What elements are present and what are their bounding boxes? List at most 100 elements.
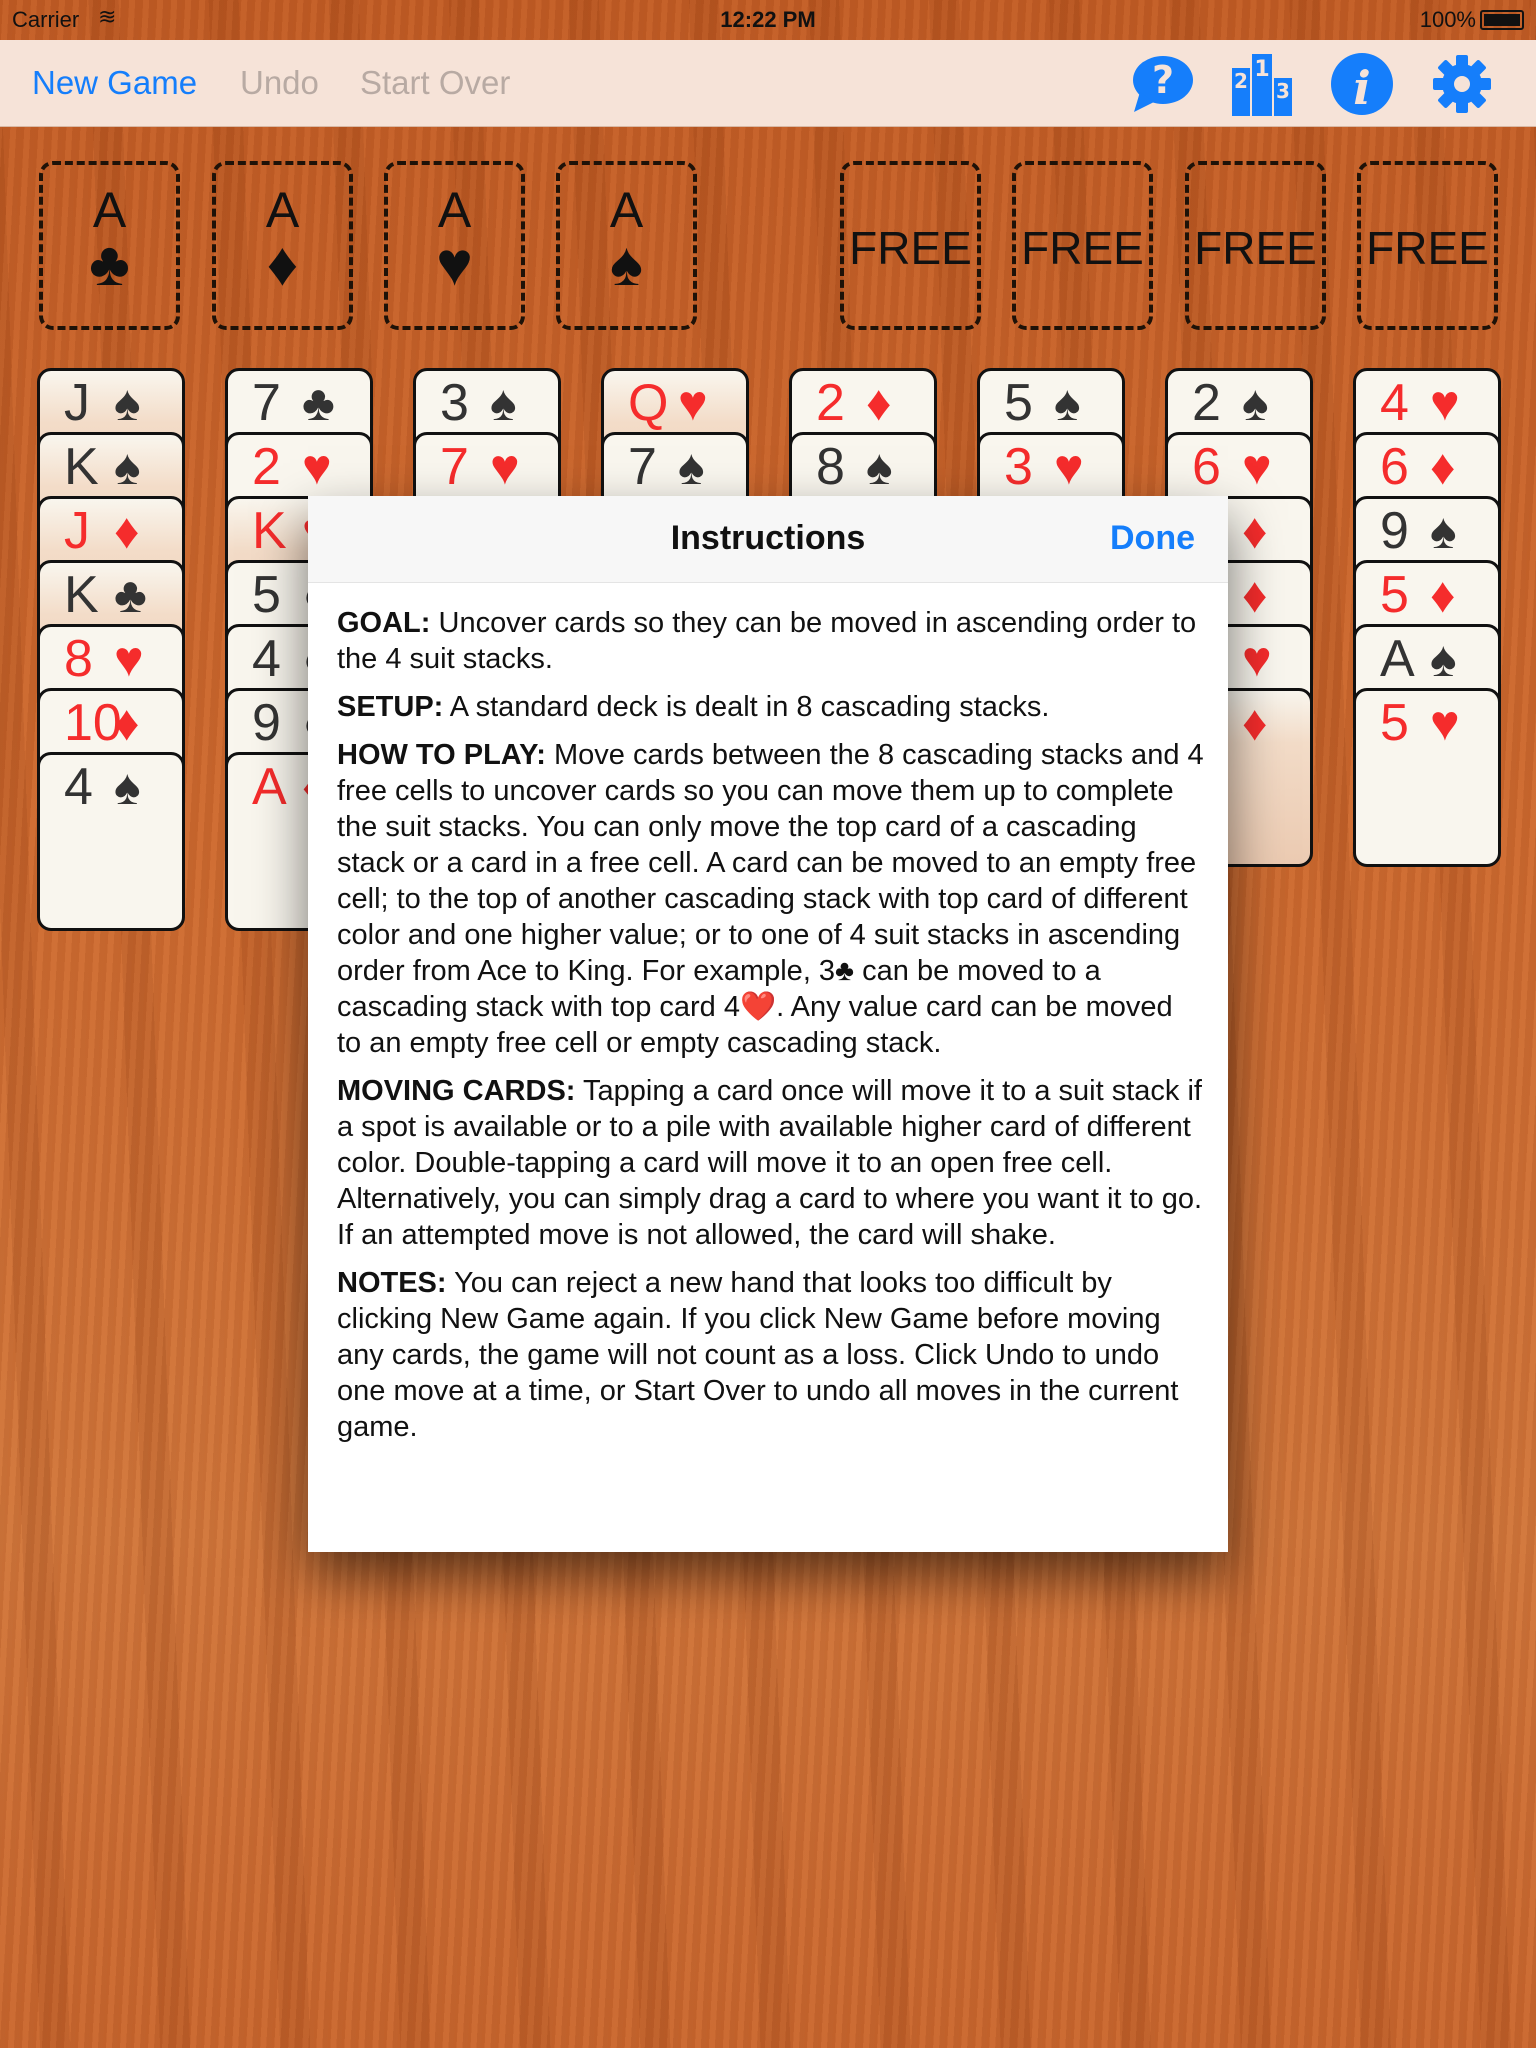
section-label: MOVING CARDS: [337,1075,576,1107]
free-cell-3[interactable]: FREE [1185,161,1326,330]
card-suit-icon: ♠ [1430,503,1457,559]
playing-card[interactable]: 5 ♥ [1353,688,1501,867]
suit-icon: ♣ [89,230,130,299]
instruction-paragraph: SETUP: A standard deck is dealt in 8 cas… [337,689,1204,725]
card-rank: 2 [252,438,281,496]
card-suit-icon: ♥ [678,375,708,431]
section-label: NOTES: [337,1267,447,1299]
help-bubble-icon[interactable]: ? [1130,52,1194,116]
instruction-paragraph: GOAL: Uncover cards so they can be moved… [337,605,1204,677]
card-suit-icon: ♦ [866,375,892,431]
svg-text:1: 1 [1254,57,1269,82]
instruction-paragraph: MOVING CARDS: Tapping a card once will m… [337,1073,1204,1253]
leaderboard-podium-icon[interactable]: 2 13 [1230,52,1294,116]
card-rank: J [64,502,90,560]
slot-rank: A [92,182,127,238]
suit-icon: ♥ [436,230,473,299]
card-suit-icon: ♥ [114,631,144,687]
free-cell-1[interactable]: FREE [840,161,981,330]
instructions-dialog: Instructions Done GOAL: Uncover cards so… [308,496,1228,1552]
card-rank: 4 [252,630,281,688]
card-rank: 5 [252,566,281,624]
slot-rank: A [437,182,472,238]
info-icon[interactable]: i [1330,52,1394,116]
clock: 12:22 PM [720,7,816,32]
svg-text:2: 2 [1234,69,1248,93]
card-rank: 4 [1380,374,1409,432]
battery-percent: 100% [1419,7,1476,32]
suit-icon: ♦ [266,230,299,299]
card-suit-icon: ♥ [1054,439,1084,495]
card-rank: 4 [64,758,93,816]
card-rank: A [1380,630,1415,688]
card-rank: 6 [1192,438,1221,496]
card-suit-icon: ♦ [1430,567,1456,623]
section-text: Uncover cards so they can be moved in as… [337,607,1197,675]
card-suit-icon: ♠ [490,375,517,431]
card-suit-icon: ♠ [114,375,141,431]
undo-button[interactable]: Undo [240,64,319,102]
card-rank: K [252,502,287,560]
dialog-title: Instructions [670,519,866,557]
card-rank: 5 [1380,694,1409,752]
done-button[interactable]: Done [1110,519,1195,558]
card-suit-icon: ♠ [678,439,705,495]
card-suit-icon: ♣ [114,567,147,623]
card-rank: A [252,758,287,816]
free-cell-2[interactable]: FREE [1012,161,1153,330]
section-label: HOW TO PLAY: [337,739,546,771]
svg-text:i: i [1353,61,1370,115]
instructions-body: GOAL: Uncover cards so they can be moved… [308,583,1228,1445]
card-rank: 7 [440,438,469,496]
toolbar: New Game Undo Start Over ? 213 i [0,40,1536,127]
dialog-header: Instructions Done [308,496,1228,583]
section-text: Move cards between the 8 cascading stack… [337,739,1204,1059]
instruction-paragraph: HOW TO PLAY: Move cards between the 8 ca… [337,737,1204,1061]
free-cell-label: FREE [849,222,972,274]
card-rank: 7 [252,374,281,432]
card-suit-icon: ♥ [490,439,520,495]
battery-icon [1480,10,1524,30]
free-cell-label: FREE [1366,222,1489,274]
svg-text:?: ? [1152,58,1174,102]
suit-stack-3[interactable]: A ♥ [384,161,525,330]
card-suit-icon: ♣ [302,375,335,431]
card-rank: J [64,374,90,432]
card-rank: 3 [440,374,469,432]
free-cell-label: FREE [1021,222,1144,274]
card-suit-icon: ♥ [1430,695,1460,751]
card-suit-icon: ♥ [1430,375,1460,431]
instruction-paragraph: NOTES: You can reject a new hand that lo… [337,1265,1204,1445]
card-rank: Q [628,374,669,432]
start-over-button[interactable]: Start Over [360,64,510,102]
card-suit-icon: ♠ [1430,631,1457,687]
gear-icon[interactable] [1430,52,1494,116]
new-game-button[interactable]: New Game [32,64,197,102]
card-suit-icon: ♦ [1242,503,1268,559]
card-suit-icon: ♦ [1242,695,1268,751]
card-rank: 5 [1380,566,1409,624]
suit-stack-1[interactable]: A ♣ [39,161,180,330]
card-suit-icon: ♠ [114,759,141,815]
card-rank: 2 [1192,374,1221,432]
card-rank: 9 [252,694,281,752]
card-rank: 9 [1380,502,1409,560]
suit-stack-2[interactable]: A ♦ [212,161,353,330]
card-rank: 5 [1004,374,1033,432]
playing-card[interactable]: 4 ♠ [37,752,185,931]
card-suit-icon: ♠ [866,439,893,495]
card-suit-icon: ♠ [114,439,141,495]
card-suit-icon: ♦ [114,503,140,559]
svg-text:3: 3 [1276,79,1290,103]
card-rank: 8 [816,438,845,496]
card-rank: K [64,438,99,496]
section-text: You can reject a new hand that looks too… [337,1267,1179,1443]
card-rank: 8 [64,630,93,688]
free-cell-4[interactable]: FREE [1357,161,1498,330]
card-rank: 6 [1380,438,1409,496]
card-suit-icon: ♠ [1242,375,1269,431]
status-bar: Carrier ≋ 12:22 PM 100% [0,0,1536,40]
suit-stack-4[interactable]: A ♠ [556,161,697,330]
card-suit-icon: ♠ [1054,375,1081,431]
slot-rank: A [265,182,300,238]
